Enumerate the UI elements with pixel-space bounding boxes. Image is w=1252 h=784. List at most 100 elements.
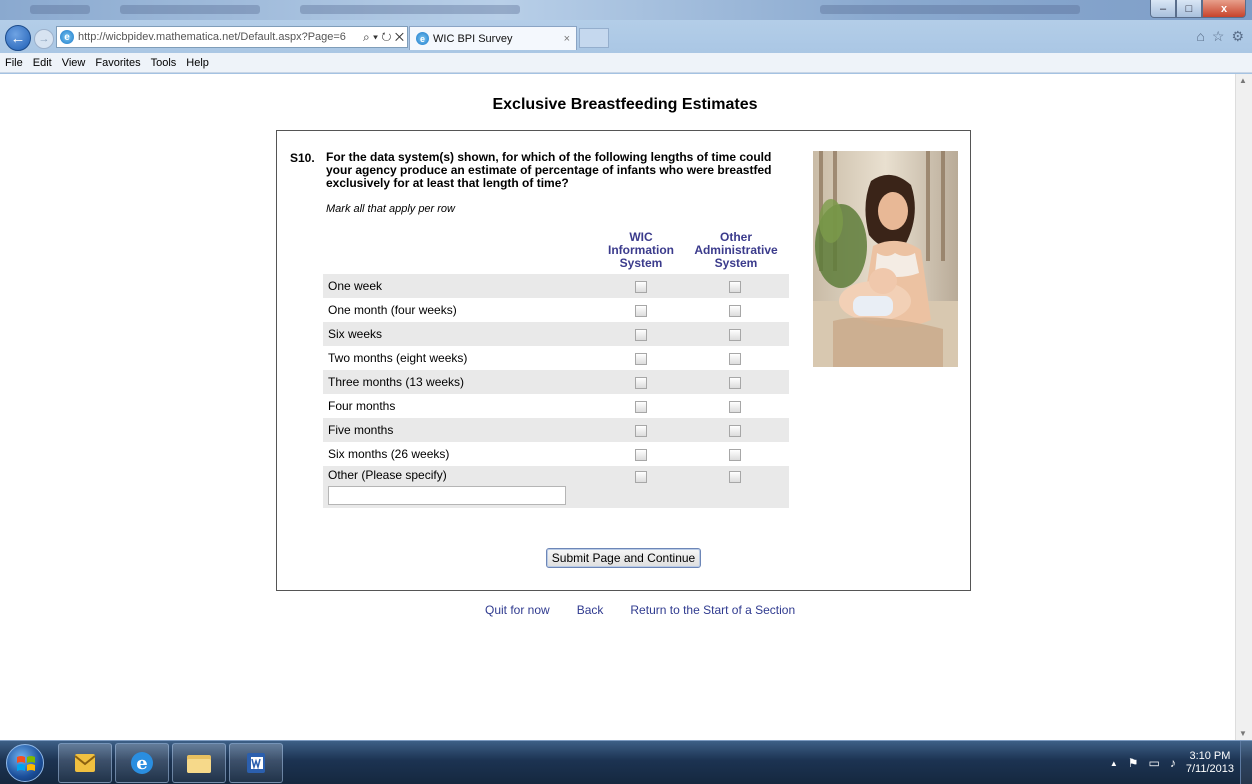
other-admin-checkbox[interactable]	[729, 353, 741, 365]
menu-tools[interactable]: Tools	[146, 57, 182, 69]
submit-page-button[interactable]: Submit Page and Continue	[546, 548, 701, 568]
question-panel: S10. For the data system(s) shown, for w…	[276, 130, 971, 591]
wic-checkbox[interactable]	[635, 305, 647, 317]
wic-checkbox[interactable]	[635, 377, 647, 389]
question-text: For the data system(s) shown, for which …	[326, 150, 772, 190]
grid-row: One month (four weeks)	[323, 298, 789, 322]
answer-grid: One week One month (four weeks) Six week…	[323, 274, 789, 508]
ie-page-icon: e	[60, 30, 74, 44]
back-link[interactable]: Back	[577, 603, 604, 617]
outlook-icon	[74, 754, 96, 772]
word-icon	[247, 753, 265, 773]
tools-gear-icon[interactable]: ⚙	[1231, 28, 1244, 45]
system-tray: ▲ ⚑ ▭ ♪ 3:10 PM 7/11/2013	[1110, 741, 1234, 784]
menu-bar: File Edit View Favorites Tools Help	[0, 53, 1252, 73]
other-admin-checkbox[interactable]	[729, 329, 741, 341]
clock-date: 7/11/2013	[1185, 763, 1234, 775]
volume-icon[interactable]: ♪	[1170, 756, 1176, 770]
menu-help[interactable]: Help	[181, 57, 214, 69]
taskbar-word[interactable]	[229, 743, 283, 783]
maximize-button[interactable]: □	[1176, 0, 1202, 18]
taskbar-outlook[interactable]	[58, 743, 112, 783]
grid-row-other: Other (Please specify)	[323, 466, 789, 508]
menu-favorites[interactable]: Favorites	[90, 57, 145, 69]
address-url[interactable]: http://wicbpidev.mathematica.net/Default…	[78, 31, 360, 43]
wic-checkbox[interactable]	[635, 449, 647, 461]
title-bar-text	[820, 5, 1080, 14]
taskbar-internet-explorer[interactable]: e	[115, 743, 169, 783]
address-controls[interactable]: ⌕ ▾ ↻ ✕	[360, 30, 407, 45]
other-admin-checkbox[interactable]	[729, 305, 741, 317]
network-icon[interactable]: ▭	[1149, 756, 1160, 770]
wic-checkbox[interactable]	[635, 329, 647, 341]
other-admin-checkbox[interactable]	[729, 377, 741, 389]
other-specify-input[interactable]	[328, 486, 566, 505]
title-bar-icons	[30, 5, 90, 14]
other-admin-checkbox[interactable]	[729, 281, 741, 293]
vertical-scrollbar[interactable]: ▲ ▼	[1235, 74, 1252, 740]
page-title: Exclusive Breastfeeding Estimates	[492, 96, 758, 113]
browser-toolbar-icons: ⌂ ☆ ⚙	[1196, 28, 1244, 45]
windows-taskbar: e ▲ ⚑ ▭ ♪ 3:10 PM 7/11/2013	[0, 740, 1252, 784]
address-bar[interactable]: e http://wicbpidev.mathematica.net/Defau…	[56, 26, 408, 48]
row-label: Six months (26 weeks)	[328, 447, 450, 461]
grid-row: Four months	[323, 394, 789, 418]
scroll-up-arrow-icon[interactable]: ▲	[1239, 76, 1247, 85]
ie-tab-icon: e	[416, 32, 429, 45]
grid-row: Six weeks	[323, 322, 789, 346]
wic-checkbox[interactable]	[635, 425, 647, 437]
other-admin-checkbox[interactable]	[729, 425, 741, 437]
start-button[interactable]	[6, 744, 44, 782]
mother-infant-photo	[813, 151, 958, 367]
tab-title: WIC BPI Survey	[433, 32, 513, 45]
back-arrow-icon[interactable]: ←	[5, 25, 31, 51]
grid-row: Five months	[323, 418, 789, 442]
return-to-section-start-link[interactable]: Return to the Start of a Section	[630, 603, 795, 617]
other-admin-checkbox[interactable]	[729, 401, 741, 413]
minimize-button[interactable]: –	[1150, 0, 1176, 18]
grid-row: Two months (eight weeks)	[323, 346, 789, 370]
menu-file[interactable]: File	[0, 57, 28, 69]
scroll-down-arrow-icon[interactable]: ▼	[1239, 729, 1247, 738]
wic-checkbox[interactable]	[635, 353, 647, 365]
wic-checkbox[interactable]	[635, 281, 647, 293]
taskbar-clock[interactable]: 3:10 PM 7/11/2013	[1186, 750, 1234, 776]
favorites-star-icon[interactable]: ☆	[1212, 28, 1225, 45]
instruction-text: Mark all that apply per row	[326, 203, 455, 215]
row-label: Six weeks	[328, 327, 383, 341]
taskbar-file-explorer[interactable]	[172, 743, 226, 783]
question-number: S10.	[290, 151, 315, 165]
forward-arrow-icon[interactable]: →	[34, 29, 54, 49]
tray-expand-arrow-icon[interactable]: ▲	[1110, 759, 1118, 768]
row-label: Other (Please specify)	[328, 468, 447, 482]
folder-icon	[187, 755, 211, 773]
clock-time: 3:10 PM	[1189, 750, 1231, 762]
action-center-flag-icon[interactable]: ⚑	[1128, 756, 1139, 770]
new-tab-button[interactable]	[579, 28, 609, 48]
browser-chrome: – □ x ← → e http://wicbpidev.mathematica…	[0, 0, 1252, 74]
other-admin-checkbox[interactable]	[729, 471, 741, 483]
wic-checkbox[interactable]	[635, 401, 647, 413]
row-label: One month (four weeks)	[328, 303, 457, 317]
tab-wic-bpi-survey[interactable]: e WIC BPI Survey ×	[409, 26, 577, 50]
other-admin-checkbox[interactable]	[729, 449, 741, 461]
show-desktop-button[interactable]	[1240, 741, 1252, 784]
wic-checkbox[interactable]	[635, 471, 647, 483]
close-button[interactable]: x	[1202, 0, 1246, 18]
title-bar: – □ x	[0, 0, 1252, 20]
menu-edit[interactable]: Edit	[28, 57, 57, 69]
grid-row: Three months (13 weeks)	[323, 370, 789, 394]
home-icon[interactable]: ⌂	[1196, 28, 1204, 45]
row-label: Three months (13 weeks)	[328, 375, 465, 389]
tab-close-icon[interactable]: ×	[564, 33, 570, 45]
page-viewport: Exclusive Breastfeeding Estimates S10. F…	[0, 74, 1252, 740]
grid-row: Six months (26 weeks)	[323, 442, 789, 466]
menu-view[interactable]: View	[57, 57, 91, 69]
title-bar-text	[120, 5, 260, 14]
quit-for-now-link[interactable]: Quit for now	[485, 603, 550, 617]
grid-row: One week	[323, 274, 789, 298]
row-label: Two months (eight weeks)	[328, 351, 468, 365]
footer-links: Quit for now Back Return to the Start of…	[485, 603, 795, 617]
windows-logo-icon	[17, 756, 35, 771]
column-header-other-admin: Other Administrative System	[694, 230, 778, 270]
